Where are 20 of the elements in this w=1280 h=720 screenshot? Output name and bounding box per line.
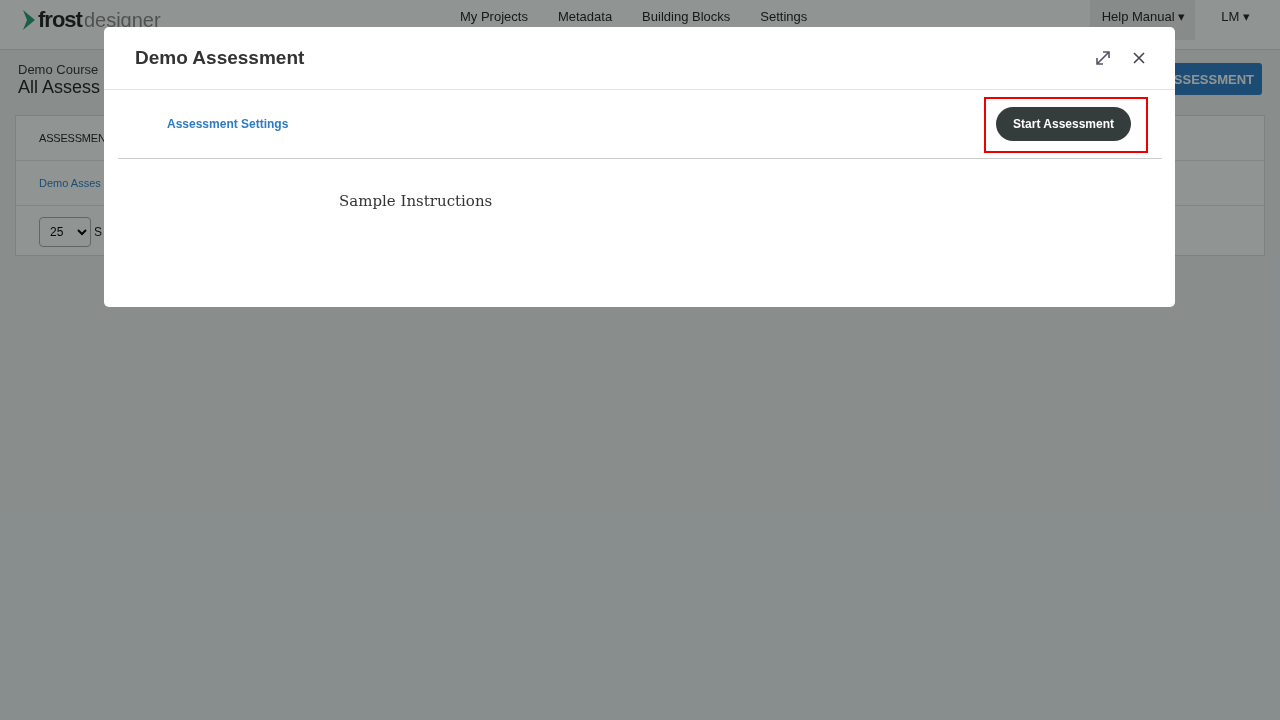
nav-link[interactable]: Metadata (557, 10, 613, 24)
column-header: ASSESSMEN (39, 132, 106, 144)
course-name: Demo Course (18, 62, 100, 77)
nav-link[interactable]: My Projects (460, 10, 528, 24)
modal-title: Demo Assessment (135, 47, 305, 69)
footer-text: S (94, 225, 102, 239)
instructions-text: Sample Instructions (339, 192, 493, 210)
page-title: All Assess (18, 77, 101, 98)
logo-text: designer (83, 9, 161, 31)
nav-link[interactable]: Settings (760, 10, 808, 24)
expand-icon[interactable] (1095, 50, 1111, 66)
logo-text: frost (38, 9, 82, 31)
start-assessment-button[interactable]: Start Assessment (996, 107, 1131, 141)
assessment-link[interactable]: Demo Asses (39, 177, 101, 189)
close-icon[interactable] (1131, 50, 1147, 66)
settings-link[interactable]: Assessment Settings (167, 117, 289, 131)
page-size-select[interactable]: 25 (39, 217, 91, 247)
user-menu[interactable]: LM ▾ (1215, 0, 1256, 25)
nav-link[interactable]: Building Blocks (642, 10, 731, 24)
logo-chevron-icon (22, 9, 36, 31)
